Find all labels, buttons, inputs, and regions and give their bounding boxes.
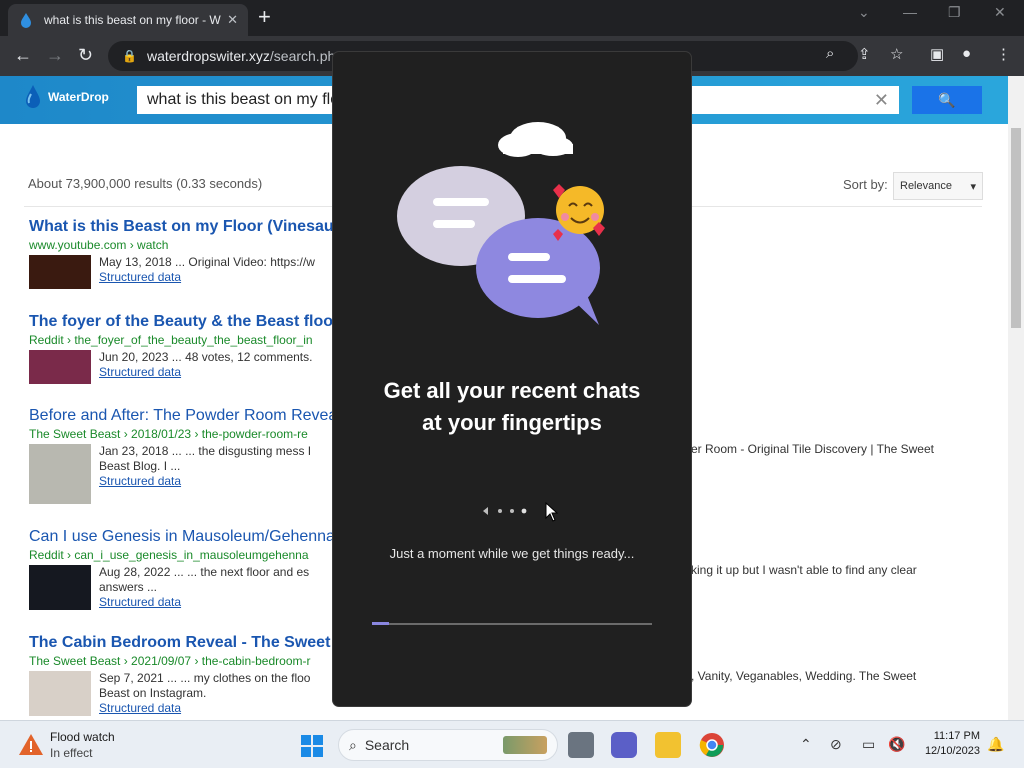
dialog-status-text: Just a moment while we get things ready.… — [389, 546, 635, 561]
result-thumbnail[interactable] — [29, 671, 91, 716]
search-page-icon[interactable]: ⌕ — [826, 45, 834, 62]
taskbar: Flood watch In effect ⌕ Search ⌃ ⊘ ▭ 🔇 1… — [0, 720, 1024, 768]
search-highlight-icon — [503, 736, 547, 754]
logo-text: WaterDrop — [48, 90, 109, 104]
result-snippet-cont: Beast Blog. I ... — [99, 459, 181, 473]
windows-start-icon[interactable] — [300, 734, 324, 758]
bookmark-star-icon[interactable]: ☆ — [890, 45, 903, 63]
task-view-icon[interactable] — [568, 732, 594, 758]
tab-close-icon[interactable]: ✕ — [227, 12, 238, 28]
sort-select[interactable]: Relevance ▾ — [893, 172, 983, 200]
volume-muted-icon[interactable]: 🔇 — [888, 736, 905, 753]
new-tab-button[interactable]: + — [258, 6, 271, 28]
weather-title: Flood watch — [50, 730, 115, 744]
structured-data-link[interactable]: Structured data — [99, 270, 315, 284]
tray-overflow-chevron-icon[interactable]: ⌃ — [800, 736, 812, 753]
sort-label: Sort by: — [843, 177, 888, 192]
results-count: About 73,900,000 results (0.33 seconds) — [28, 176, 263, 191]
result-thumbnail[interactable] — [29, 255, 91, 289]
search-icon: 🔍 — [938, 91, 956, 108]
minimize-button[interactable]: — — [903, 4, 917, 20]
network-off-icon[interactable]: ⊘ — [830, 736, 842, 753]
search-icon: ⌕ — [349, 736, 357, 753]
result-snippet-right: er Room - Original Tile Discovery | The … — [691, 442, 934, 456]
result-snippet: Jan 23, 2018 ... ... the disgusting mess… — [99, 444, 312, 458]
result-snippet: Jun 20, 2023 ... 48 votes, 12 comments. — [99, 350, 313, 364]
clock-time: 11:17 PM — [933, 730, 980, 742]
result-snippet: Sep 7, 2021 ... ... my clothes on the fl… — [99, 671, 311, 685]
search-button[interactable]: 🔍 — [912, 86, 982, 114]
result-thumbnail[interactable] — [29, 444, 91, 504]
tab-title: what is this beast on my floor - W — [44, 13, 221, 27]
result-snippet: Aug 28, 2022 ... ... the next floor and … — [99, 565, 310, 579]
structured-data-link[interactable]: Structured data — [99, 365, 312, 379]
profile-icon[interactable]: ● — [962, 45, 971, 62]
site-logo[interactable]: WaterDrop — [24, 84, 109, 110]
structured-data-link[interactable]: Structured data — [99, 474, 311, 488]
back-arrow-icon[interactable]: ← — [14, 45, 32, 65]
page-scrollbar[interactable] — [1008, 76, 1024, 720]
result-thumbnail[interactable] — [29, 565, 91, 610]
result-thumbnail[interactable] — [29, 350, 91, 384]
result-snippet-cont: Beast on Instagram. — [99, 686, 207, 700]
result-snippet-cont: answers ... — [99, 580, 158, 594]
chat-loading-dialog: Get all your recent chats at your finger… — [333, 52, 691, 706]
system-clock[interactable]: 11:17 PM 12/10/2023 — [916, 729, 980, 759]
restore-button[interactable]: ❐ — [948, 4, 961, 21]
side-panel-icon[interactable]: ▣ — [930, 45, 944, 63]
share-icon[interactable]: ⇪ — [858, 45, 871, 63]
menu-kebab-icon[interactable]: ⋮ — [996, 45, 1011, 63]
flood-warning-icon — [19, 734, 43, 755]
clear-search-icon[interactable]: ✕ — [874, 90, 889, 111]
weather-subtitle: In effect — [50, 746, 93, 760]
waterdrop-logo-icon — [26, 85, 40, 108]
loading-progress-bar — [372, 622, 652, 625]
teams-chat-icon[interactable] — [611, 732, 637, 758]
structured-data-link[interactable]: Structured data — [99, 595, 309, 609]
loading-dots-icon — [483, 507, 527, 515]
mouse-pointer-icon — [545, 502, 559, 522]
close-window-button[interactable]: ✕ — [994, 4, 1006, 21]
taskbar-search-label: Search — [364, 737, 410, 753]
scrollbar-thumb[interactable] — [1011, 128, 1021, 328]
weather-widget[interactable]: Flood watch In effect — [18, 729, 115, 761]
file-explorer-icon[interactable] — [655, 732, 681, 758]
chevron-down-icon: ▾ — [970, 180, 976, 193]
dialog-heading: Get all your recent chats at your finger… — [383, 378, 641, 435]
clock-date: 12/10/2023 — [924, 745, 980, 757]
notification-bell-icon[interactable]: 🔔 — [987, 736, 1004, 753]
display-icon[interactable]: ▭ — [862, 736, 875, 753]
result-snippet-right: king it up but I wasn't able to find any… — [691, 563, 917, 577]
browser-tab[interactable]: what is this beast on my floor - W ✕ — [8, 4, 248, 36]
browser-titlebar: what is this beast on my floor - W ✕ + ⌄… — [0, 0, 1024, 36]
waterdrop-favicon-icon — [21, 13, 31, 28]
taskbar-search[interactable]: ⌕ Search — [338, 729, 558, 761]
chrome-icon[interactable] — [699, 732, 725, 758]
lock-icon: 🔒 — [122, 49, 137, 63]
result-snippet-right: , Vanity, Veganables, Wedding. The Sweet — [691, 669, 917, 683]
sort-value: Relevance — [900, 180, 952, 192]
reload-icon[interactable]: ↻ — [78, 45, 93, 65]
chat-bubbles-illustration-icon — [397, 122, 605, 325]
structured-data-link[interactable]: Structured data — [99, 701, 310, 715]
forward-arrow-icon[interactable]: → — [46, 45, 64, 65]
tab-search-icon[interactable]: ⌄ — [858, 4, 870, 21]
progress-fill — [372, 622, 389, 625]
result-snippet: May 13, 2018 ... Original Video: https:/… — [99, 255, 315, 269]
